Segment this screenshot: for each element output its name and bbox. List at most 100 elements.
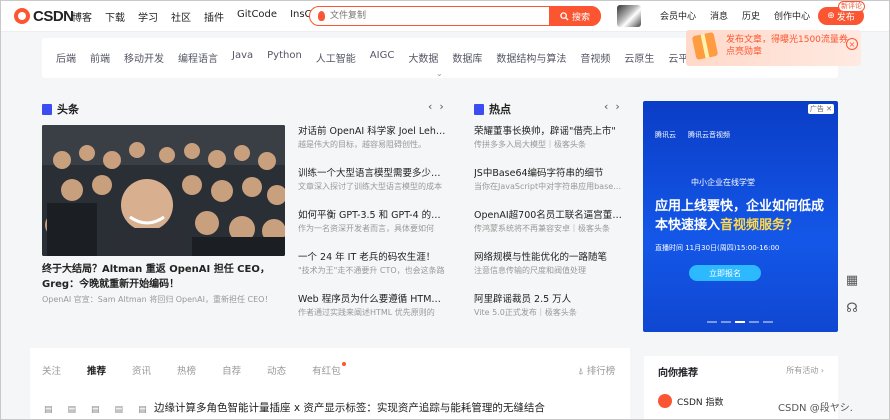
headlines-title: 头条	[42, 101, 79, 117]
nav-messages[interactable]: 消息	[710, 9, 728, 22]
tab-news[interactable]: 资讯	[132, 363, 151, 377]
category-aigc[interactable]: AIGC	[370, 50, 395, 65]
category-languages[interactable]: 编程语言	[178, 50, 218, 65]
top-nav: 博客 下载 学习 社区 插件 GitCode InsCode	[72, 9, 343, 24]
nav-blog[interactable]: 博客	[72, 9, 92, 24]
chevron-right-icon[interactable]: ›	[615, 100, 619, 113]
tab-follow[interactable]: 关注	[42, 363, 61, 377]
nav-learn[interactable]: 学习	[138, 9, 158, 24]
nav-download[interactable]: 下载	[105, 9, 125, 24]
new-comment-badge: 新评论	[838, 1, 865, 12]
article-icon: ▤	[67, 405, 77, 415]
tencent-av-logo: 腾讯云音视频	[688, 131, 730, 139]
hot-item[interactable]: OpenAI超700名员工联名逼宫董事会 传鸿蒙系统将不再兼容安卓｜极客头条	[474, 209, 622, 235]
category-java[interactable]: Java	[232, 50, 253, 65]
search-button-label: 搜索	[571, 12, 590, 23]
category-av[interactable]: 音视频	[580, 50, 610, 65]
hot-item-desc: 注意信息传输的尺度和阀值处理	[474, 266, 586, 275]
article-title[interactable]: 边缘计算多角色智能计量插座 x 资产显示标签：实现资产追踪与能耗管理的无缝结合	[154, 400, 545, 415]
category-bigdata[interactable]: 大数据	[408, 50, 438, 65]
headlines-pager: ‹ ›	[428, 100, 444, 113]
hero-title[interactable]: 终于大结局？Altman 重返 OpenAI 担任 CEO，Greg：今晚就重新…	[42, 262, 285, 292]
search-input[interactable]	[330, 9, 550, 23]
promo-banner[interactable]: 发布文章，得曝光1500流量券 点亮勋章	[686, 30, 861, 66]
hot-pager: ‹ ›	[604, 100, 620, 113]
headline-item[interactable]: Web 程序员为什么要遵循 HTML 规范 作者通过实践来阐述HTML 优先原则…	[298, 293, 446, 319]
user-nav: 会员中心 消息 历史 创作中心	[660, 9, 824, 22]
hero-image[interactable]	[42, 125, 285, 256]
hot-item[interactable]: 阿里辟谣裁员 2.5 万人 Vite 5.0正式发布｜极客头条	[474, 293, 622, 319]
promo-line-2: 点亮勋章	[726, 47, 763, 57]
register-button[interactable]: 立即报名	[689, 265, 761, 281]
hot-item[interactable]: JS中Base64编码字符串的细节 当你在JavaScript中对字符串应用ba…	[474, 167, 622, 193]
hot-item-title[interactable]: 荣耀董事长换帅，辟谣"借壳上市"	[474, 125, 622, 138]
headline-title[interactable]: 一个 24 年 IT 老兵的码农生涯！	[298, 251, 446, 264]
logo-text: CSDN	[33, 7, 74, 25]
article-icon: ▤	[44, 405, 53, 415]
nav-history[interactable]: 历史	[742, 9, 760, 22]
headline-title[interactable]: 训练一个大型语言模型需要多少钱？	[298, 167, 446, 180]
hot-item-desc: 当你在JavaScript中对字符串应用base64	[474, 182, 622, 191]
search-button[interactable]: 搜索	[549, 6, 601, 26]
nav-gitcode[interactable]: GitCode	[237, 9, 277, 24]
category-cloud-native[interactable]: 云原生	[624, 50, 654, 65]
category-algorithms[interactable]: 数据结构与算法	[496, 50, 566, 65]
hot-item[interactable]: 网络规模与性能优化的一路随笔 注意信息传输的尺度和阀值处理	[474, 251, 622, 277]
nav-community[interactable]: 社区	[171, 9, 191, 24]
qr-code-icon[interactable]: ▦	[842, 270, 862, 290]
headline-title[interactable]: Web 程序员为什么要遵循 HTML 规范	[298, 293, 446, 306]
avatar[interactable]	[617, 5, 641, 27]
hot-item-title[interactable]: JS中Base64编码字符串的细节	[474, 167, 622, 180]
headline-item[interactable]: 如何平衡 GPT-3.5 和 GPT-4 的成本 作为一名资深开发者而言，具体要…	[298, 209, 446, 235]
headline-item[interactable]: 对话前 OpenAI 科学家 Joel Lehman 越是伟大的目标，越容易阻碍…	[298, 125, 446, 151]
tab-red-packet[interactable]: 有红包	[312, 362, 346, 377]
feed-panel: 关注 推荐 资讯 热榜 自荐 动态 有红包 ⍋ 排行榜 ▤ ▤ ▤ ▤ ▤ 边缘…	[30, 348, 630, 420]
csdn-logo[interactable]: CSDN	[14, 7, 74, 25]
article-stat-icons: ▤ ▤ ▤ ▤ ▤	[44, 405, 147, 415]
category-python[interactable]: Python	[267, 50, 302, 65]
plus-icon: ⊕	[827, 11, 835, 21]
nav-plugin[interactable]: 插件	[204, 9, 224, 24]
recommend-title: 向你推荐	[658, 368, 698, 379]
headset-icon[interactable]: ☊	[842, 298, 862, 318]
top-header: CSDN 博客 下载 学习 社区 插件 GitCode InsCode 搜索 会…	[0, 0, 890, 32]
category-frontend[interactable]: 前端	[90, 50, 110, 65]
category-backend[interactable]: 后端	[56, 50, 76, 65]
ranking-link[interactable]: ⍋ 排行榜	[578, 363, 615, 377]
ranking-icon: ⍋	[578, 366, 584, 377]
tab-hot-list[interactable]: 热榜	[177, 363, 196, 377]
hot-item-title[interactable]: 阿里辟谣裁员 2.5 万人	[474, 293, 622, 306]
headline-item[interactable]: 训练一个大型语言模型需要多少钱？ 文章深入探讨了训练大型语言模型的成本	[298, 167, 446, 193]
hot-item[interactable]: 荣耀董事长换帅，辟谣"借壳上市" 传拼多多入局大模型｜极客头条	[474, 125, 622, 151]
ad-tag[interactable]: 广告 ✕	[807, 104, 834, 114]
nav-vip-center[interactable]: 会员中心	[660, 9, 696, 22]
headline-title[interactable]: 如何平衡 GPT-3.5 和 GPT-4 的成本	[298, 209, 446, 222]
ad-banner[interactable]: 广告 ✕ 腾讯云 腾讯云音视频 中小企业在线学堂 应用上线要快，企业如何低成本快…	[643, 101, 838, 332]
chevron-left-icon[interactable]: ‹	[604, 100, 608, 113]
tab-recommend[interactable]: 推荐	[87, 363, 106, 377]
watermark: CSDN @段ヤシ.	[778, 403, 853, 414]
headline-desc: 作为一名资深开发者而言，具体要如何	[298, 224, 434, 233]
recommend-item[interactable]: CSDN 指数	[658, 394, 724, 408]
tab-self-recommend[interactable]: 自荐	[222, 363, 241, 377]
all-activities-link[interactable]: 所有活动 ›	[786, 365, 824, 376]
category-mobile[interactable]: 移动开发	[124, 50, 164, 65]
chevron-left-icon[interactable]: ‹	[428, 100, 432, 113]
headline-title[interactable]: 对话前 OpenAI 科学家 Joel Lehman	[298, 125, 446, 138]
search-icon	[560, 11, 569, 21]
carousel-dots[interactable]	[707, 321, 773, 323]
category-ai[interactable]: 人工智能	[316, 50, 356, 65]
hot-item-title[interactable]: 网络规模与性能优化的一路随笔	[474, 251, 622, 264]
category-database[interactable]: 数据库	[452, 50, 482, 65]
headline-item[interactable]: 一个 24 年 IT 老兵的码农生涯！ "技术为王"走不通要升 CTO，也会这条…	[298, 251, 446, 277]
nav-creator-center[interactable]: 创作中心	[774, 9, 810, 22]
expand-categories-icon[interactable]: ⌄	[436, 69, 443, 78]
hot-item-title[interactable]: OpenAI超700名员工联名逼宫董事会	[474, 209, 622, 222]
crowd-photo	[42, 125, 285, 256]
tab-dynamics[interactable]: 动态	[267, 363, 286, 377]
ad-subtitle: 中小企业在线学堂	[691, 178, 755, 187]
recommend-item-label: CSDN 指数	[677, 397, 724, 408]
close-icon[interactable]: ×	[846, 38, 858, 50]
article-icon: ▤	[138, 405, 147, 415]
chevron-right-icon[interactable]: ›	[439, 100, 443, 113]
